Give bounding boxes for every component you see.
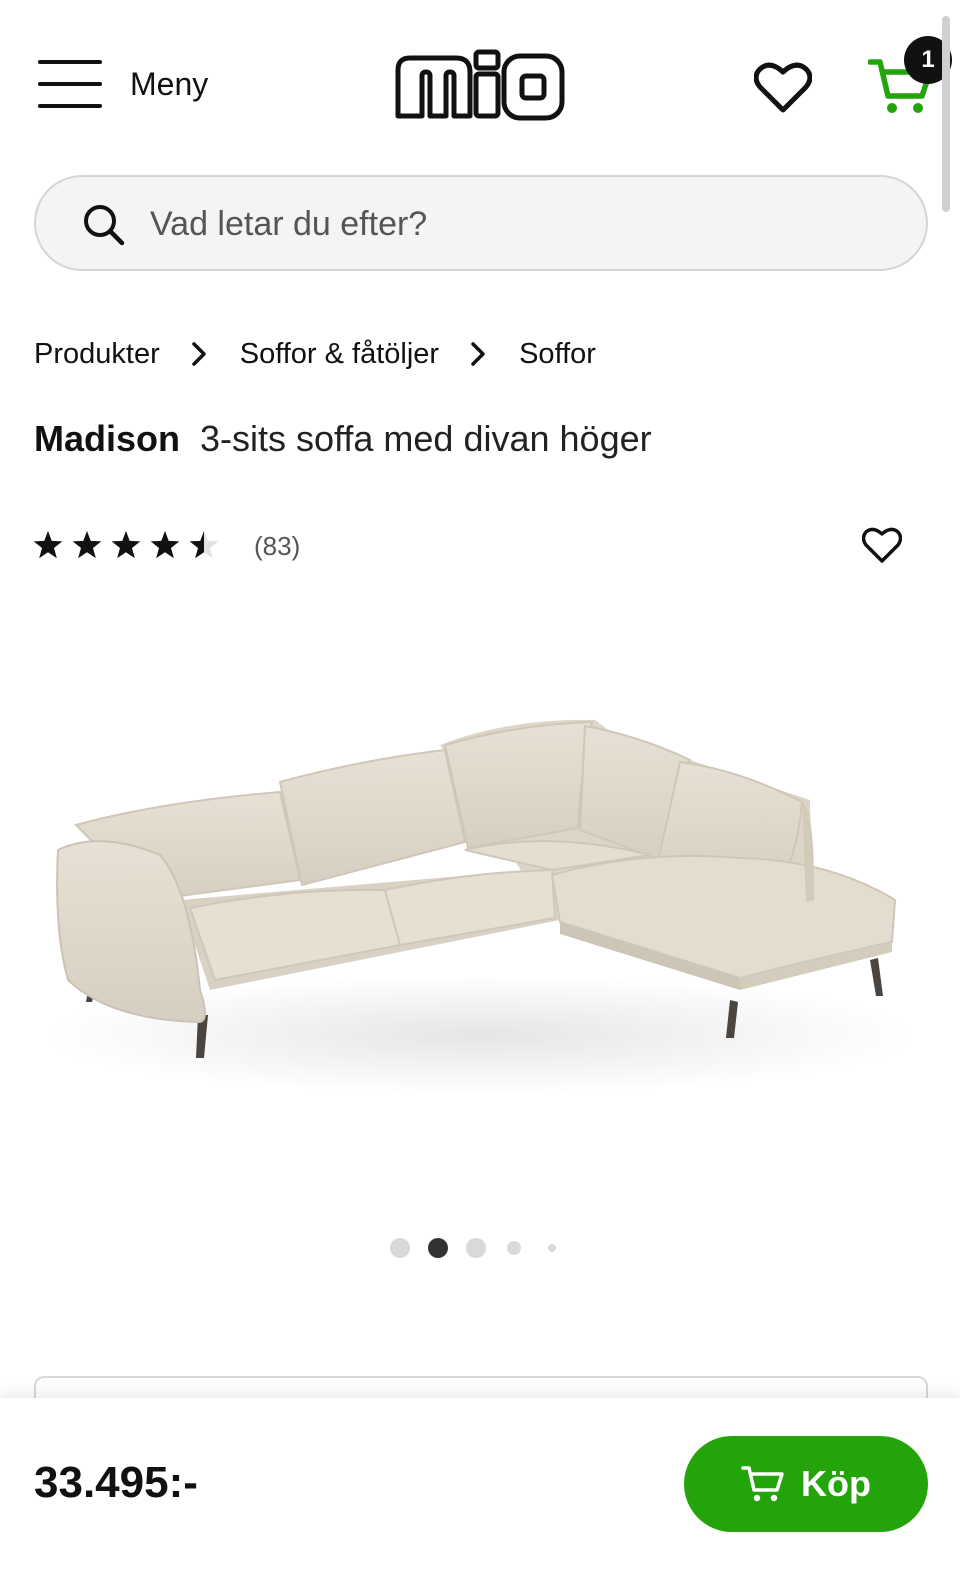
- star-icon: [34, 531, 63, 559]
- chevron-right-icon: [191, 342, 206, 366]
- heart-icon[interactable]: [754, 60, 812, 114]
- header: Meny mio 1: [0, 0, 960, 170]
- chevron-right-icon: [471, 342, 485, 366]
- breadcrumb: Produkter Soffor & fåtöljer Soffor: [34, 330, 596, 378]
- search-icon: [84, 205, 125, 246]
- carousel-dots: [388, 1236, 568, 1260]
- star-icon: [111, 531, 141, 559]
- breadcrumb-item-soffor-fatoljer[interactable]: Soffor & fåtöljer: [240, 338, 439, 371]
- review-count: (83): [254, 530, 301, 561]
- carousel-dot-2-active[interactable]: [428, 1238, 448, 1258]
- breadcrumb-item-soffor[interactable]: Soffor: [519, 338, 596, 371]
- search-input[interactable]: [150, 197, 890, 251]
- star-icon: [150, 531, 180, 559]
- carousel-dot-3[interactable]: [466, 1238, 486, 1258]
- product-image-sofa[interactable]: [40, 690, 920, 1110]
- buy-button-label: Köp: [801, 1463, 871, 1504]
- carousel-dot-4[interactable]: [507, 1241, 521, 1255]
- star-icon: [72, 531, 102, 559]
- product-page: Meny mio 1 Prod: [0, 0, 960, 1584]
- product-description: 3-sits soffa med divan höger: [200, 418, 652, 459]
- sticky-buy-bar: 33.495:- Köp: [0, 1398, 960, 1584]
- product-price: 33.495:-: [34, 1458, 198, 1507]
- carousel-dot-5[interactable]: [548, 1244, 556, 1252]
- product-title: Madison 3-sits soffa med divan höger: [34, 418, 652, 460]
- mio-logo[interactable]: mio: [392, 46, 568, 128]
- product-rating[interactable]: (83): [34, 528, 300, 564]
- heart-icon[interactable]: [862, 526, 902, 564]
- menu-label: Meny: [130, 65, 209, 102]
- cart-icon: [741, 1466, 784, 1502]
- menu-button[interactable]: Meny: [38, 60, 208, 108]
- product-brand: Madison: [34, 418, 181, 459]
- breadcrumb-item-produkter[interactable]: Produkter: [34, 338, 160, 371]
- scrollbar[interactable]: [942, 16, 950, 212]
- carousel-dot-1[interactable]: [390, 1238, 410, 1258]
- hamburger-icon: [38, 60, 102, 108]
- search-bar[interactable]: [34, 175, 928, 271]
- buy-button[interactable]: Köp: [684, 1436, 928, 1532]
- star-rating: [34, 529, 220, 563]
